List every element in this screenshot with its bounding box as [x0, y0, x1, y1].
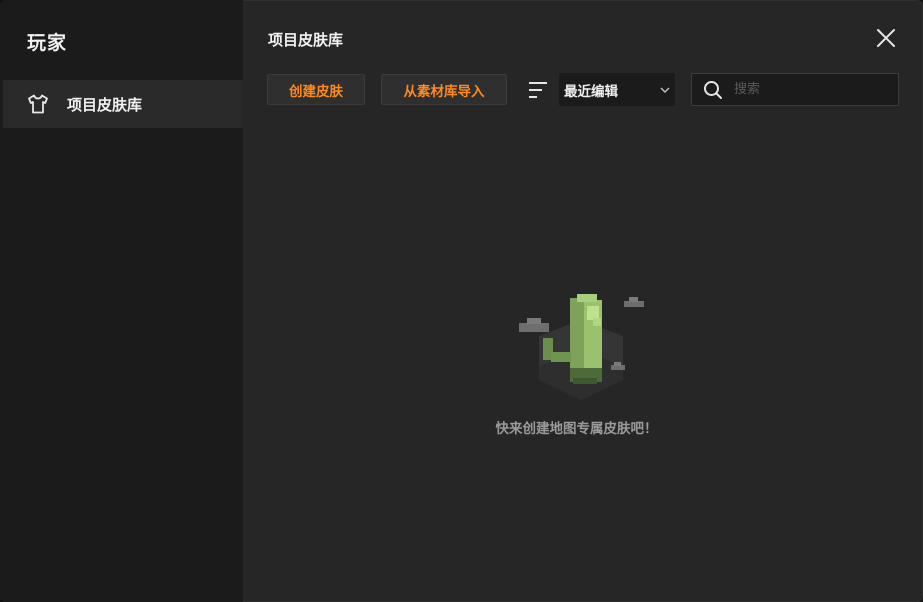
- tshirt-icon: [27, 93, 49, 115]
- sidebar: 玩家 项目皮肤库: [0, 0, 243, 602]
- search-input[interactable]: [732, 81, 886, 98]
- sidebar-item-project-skin-library[interactable]: 项目皮肤库: [3, 80, 243, 128]
- page-title: 项目皮肤库: [268, 31, 344, 49]
- cactus-illustration: [519, 294, 644, 400]
- close-button[interactable]: [874, 26, 898, 50]
- skin-library-window: 玩家 项目皮肤库 项目皮肤库 创建皮肤 从素材库导入 最近编辑 搜索 快来创建地…: [0, 0, 923, 602]
- search-icon: [704, 80, 722, 99]
- create-skin-button[interactable]: 创建皮肤: [267, 74, 365, 105]
- empty-state-message: 快来创建地图专属皮肤吧！: [495, 421, 658, 437]
- chevron-down-icon: [660, 87, 670, 94]
- sidebar-title: 玩家: [27, 32, 68, 54]
- sort-dropdown[interactable]: 最近编辑: [559, 73, 675, 106]
- sort-icon[interactable]: [527, 79, 549, 101]
- sort-selected-value: 最近编辑: [564, 83, 618, 100]
- close-icon: [877, 29, 895, 47]
- sidebar-item-label: 项目皮肤库: [67, 95, 143, 114]
- import-from-library-button[interactable]: 从素材库导入: [381, 74, 507, 105]
- search-box: [691, 73, 899, 106]
